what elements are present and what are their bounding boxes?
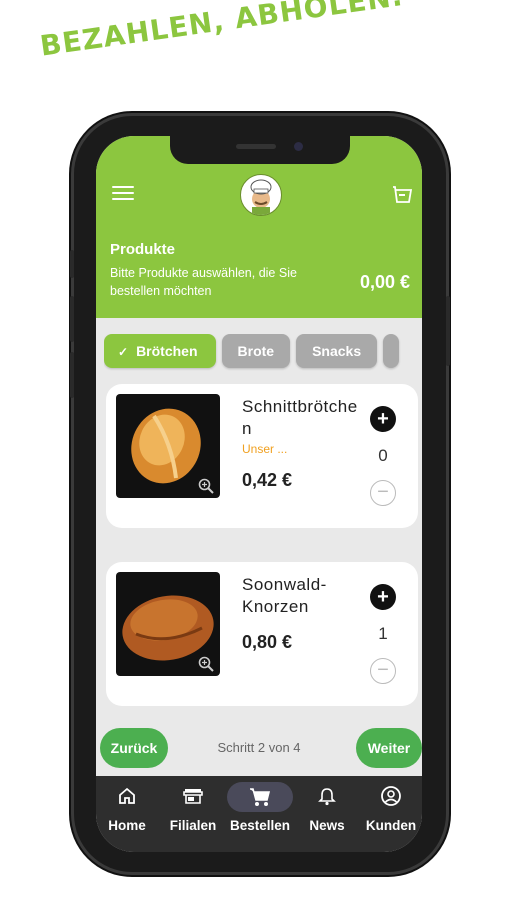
nav-label: Filialen [169,818,217,833]
page-subtitle: Bitte Produkte auswählen, die Sie bestel… [110,266,297,298]
nav-label: Kunden [365,818,417,833]
nav-kunden[interactable]: Kunden [358,782,422,833]
next-button[interactable]: Weiter [356,728,422,768]
store-icon [175,782,211,810]
product-image[interactable] [116,572,220,676]
tab-label: Brötchen [136,343,198,359]
product-name: Soonwald-Knorzen [242,575,327,616]
active-indicator [227,782,293,812]
menu-icon[interactable] [112,186,134,204]
nav-bestellen[interactable]: Bestellen [227,782,293,833]
app-screen: Produkte Bitte Produkte auswählen, die S… [96,136,422,852]
front-camera [294,142,303,151]
nav-label: Home [108,818,146,833]
tab-broetchen[interactable]: ✓ Brötchen [104,334,216,368]
decrease-quantity-button[interactable]: − [370,658,396,684]
phone-side-button [70,250,74,278]
tab-label: Brote [237,343,275,359]
product-quantity: 1 [378,624,388,643]
category-tabs: ✓ Brötchen Brote Snacks [104,334,422,372]
product-price: 0,80 € [242,632,293,652]
product-description: Unser ... [242,442,288,456]
speaker-grille [236,144,276,149]
increase-quantity-button[interactable]: + [370,406,396,432]
tab-snacks[interactable]: Snacks [296,334,378,368]
promo-headline: BEZAHLEN, ABHOLEN. [38,0,405,63]
cart-icon [242,782,278,812]
increase-quantity-button[interactable]: + [370,584,396,610]
bell-icon [309,782,345,810]
phone-volume-down [70,352,74,398]
baker-logo [240,174,282,216]
page-title: Produkte [110,241,176,258]
product-image[interactable] [116,394,220,498]
step-navigation: Zurück Schritt 2 von 4 Weiter [96,726,422,770]
nav-news[interactable]: News [294,782,360,833]
tab-brote[interactable]: Brote [221,334,291,368]
phone-notch [170,136,350,164]
phone-power-button [446,296,450,366]
tab-more[interactable] [383,334,400,368]
bottom-navigation: Home Filialen Bestellen News Kunden [96,776,422,852]
product-quantity: 0 [378,446,388,465]
nav-label: Bestellen [229,818,291,833]
phone-volume-up [70,296,74,342]
product-card: Soonwald-Knorzen 0,80 € + 1 − [106,562,418,706]
decrease-quantity-button[interactable]: − [370,480,396,506]
check-icon: ✓ [118,345,129,359]
nav-home[interactable]: Home [96,782,160,833]
zoom-icon[interactable] [198,478,214,494]
product-price: 0,42 € [242,470,293,490]
home-icon [109,782,145,810]
product-card: Schnittbrötchen Unser ... 0,42 € + 0 − [106,384,418,528]
nav-label: News [309,818,345,833]
nav-filialen[interactable]: Filialen [160,782,226,833]
account-icon [373,782,409,810]
product-name: Schnittbrötchen [242,397,358,438]
order-total: 0,00 € [359,272,410,292]
basket-icon[interactable] [392,186,413,204]
tab-label: Snacks [312,343,362,359]
zoom-icon[interactable] [198,656,214,672]
